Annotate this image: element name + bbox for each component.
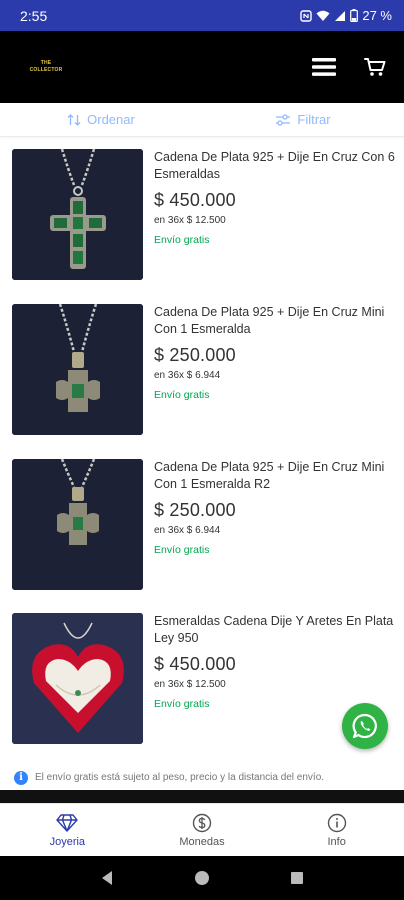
recents-icon <box>290 872 303 884</box>
signal-icon <box>335 10 346 21</box>
product-info: Cadena De Plata 925 + Dije En Cruz Mini … <box>154 304 396 401</box>
sort-button[interactable]: Ordenar <box>0 103 202 136</box>
info-icon <box>327 813 346 832</box>
recents-button[interactable] <box>286 867 308 889</box>
filter-button[interactable]: Filtrar <box>202 103 404 136</box>
hamburger-icon[interactable] <box>312 57 336 77</box>
status-time: 2:55 <box>20 7 48 24</box>
product-shipping: Envío gratis <box>154 234 210 246</box>
wifi-icon <box>316 10 330 21</box>
product-shipping: Envío gratis <box>154 544 210 556</box>
filter-label: Filtrar <box>297 112 331 127</box>
status-icons: 27 % <box>300 8 392 23</box>
product-list: Cadena De Plata 925 + Dije En Cruz Con 6… <box>0 137 404 790</box>
filter-icon <box>276 113 291 126</box>
product-title[interactable]: Cadena De Plata 925 + Dije En Cruz Con 6… <box>154 149 396 183</box>
info-icon: i <box>14 770 28 785</box>
home-icon <box>194 871 209 885</box>
divider <box>0 790 404 803</box>
system-nav-bar <box>0 856 404 900</box>
tab-info[interactable]: Info <box>269 804 404 856</box>
product-price: $ 250.000 <box>154 345 236 365</box>
product-image[interactable] <box>12 613 143 744</box>
product-shipping: Envío gratis <box>154 389 210 401</box>
tab-label: Joyeria <box>49 835 86 848</box>
product-price: $ 250.000 <box>154 500 236 520</box>
product-price: $ 450.000 <box>154 654 236 674</box>
sort-icon <box>67 113 81 126</box>
notice-text: El envío gratis está sujeto al peso, pre… <box>35 772 325 783</box>
product-info: Esmeraldas Cadena Dije Y Aretes En Plata… <box>154 613 396 710</box>
whatsapp-icon <box>352 713 377 739</box>
product-title[interactable]: Cadena De Plata 925 + Dije En Cruz Mini … <box>154 459 396 493</box>
nfc-icon <box>300 9 313 22</box>
product-image[interactable] <box>12 304 143 435</box>
tab-monedas[interactable]: Monedas <box>135 804 270 856</box>
product-installments: en 36x $ 6.944 <box>154 525 221 536</box>
tab-joyeria[interactable]: Joyeria <box>0 804 135 856</box>
home-button[interactable] <box>191 867 213 889</box>
product-price: $ 450.000 <box>154 190 236 210</box>
status-bar: 2:55 27 % <box>0 0 404 31</box>
dollar-coin-icon <box>192 813 212 832</box>
whatsapp-button[interactable] <box>342 703 388 749</box>
bottom-tab-bar: Joyeria Monedas Info <box>0 803 404 856</box>
sort-label: Ordenar <box>87 112 135 127</box>
product-info: Cadena De Plata 925 + Dije En Cruz Mini … <box>154 459 396 556</box>
product-installments: en 36x $ 12.500 <box>154 679 226 690</box>
product-info: Cadena De Plata 925 + Dije En Cruz Con 6… <box>154 149 396 246</box>
header-actions <box>312 57 386 77</box>
sort-filter-bar: Ordenar Filtrar <box>0 103 404 137</box>
logo-line2: COLLECTOR <box>29 67 63 73</box>
product-card[interactable]: Cadena De Plata 925 + Dije En Cruz Con 6… <box>0 137 404 291</box>
product-title[interactable]: Cadena De Plata 925 + Dije En Cruz Mini … <box>154 304 396 338</box>
product-image[interactable] <box>12 459 143 590</box>
product-card[interactable]: Cadena De Plata 925 + Dije En Cruz Mini … <box>0 292 404 446</box>
battery-level: 27 % <box>362 8 392 23</box>
product-card[interactable]: Cadena De Plata 925 + Dije En Cruz Mini … <box>0 447 404 601</box>
back-icon <box>102 871 113 885</box>
tab-label: Monedas <box>179 835 225 848</box>
product-installments: en 36x $ 6.944 <box>154 370 221 381</box>
app-header: THE COLLECTOR <box>0 31 404 103</box>
logo-line1: THE <box>40 60 52 66</box>
back-button[interactable] <box>96 867 118 889</box>
shipping-notice: i El envío gratis está sujeto al peso, p… <box>0 765 404 790</box>
product-image[interactable] <box>12 149 143 280</box>
battery-icon <box>350 9 359 22</box>
store-logo[interactable]: THE COLLECTOR <box>24 54 68 80</box>
cart-icon[interactable] <box>364 57 386 77</box>
product-title[interactable]: Esmeraldas Cadena Dije Y Aretes En Plata… <box>154 613 396 647</box>
diamond-icon <box>56 813 79 832</box>
tab-label: Info <box>327 835 346 848</box>
product-installments: en 36x $ 12.500 <box>154 215 226 226</box>
